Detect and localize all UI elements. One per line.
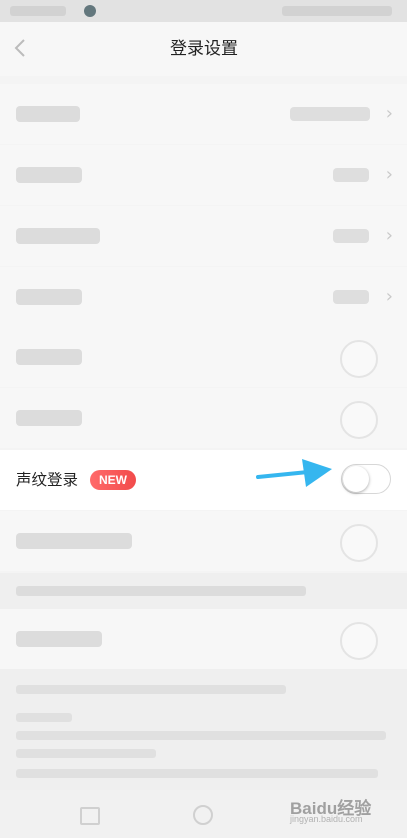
- chevron-right-icon: ›: [385, 164, 393, 185]
- row-label-blurred: [16, 289, 82, 305]
- arrow-pointer-icon: [256, 459, 332, 487]
- header: 登录设置: [0, 22, 407, 76]
- chevron-right-icon: ›: [385, 103, 393, 124]
- settings-row-toggle[interactable]: [0, 388, 407, 448]
- settings-row[interactable]: ›: [0, 84, 407, 144]
- row-value-blurred: [333, 168, 369, 182]
- new-badge: NEW: [90, 470, 136, 490]
- settings-row[interactable]: ›: [0, 145, 407, 205]
- toggle-switch-blurred[interactable]: [340, 622, 378, 660]
- toggle-switch-blurred[interactable]: [340, 340, 378, 378]
- home-icon[interactable]: [193, 805, 213, 825]
- note-line-blurred: [16, 713, 72, 722]
- row-value-blurred: [290, 107, 370, 121]
- status-bar: [0, 0, 407, 22]
- note-line-blurred: [16, 769, 378, 778]
- row-value-blurred: [333, 229, 369, 243]
- watermark-sub: jingyan.baidu.com: [290, 814, 363, 824]
- status-time-blur: [10, 6, 66, 16]
- hint-text-blurred: [16, 586, 306, 596]
- settings-row-toggle[interactable]: [0, 327, 407, 387]
- toggle-switch-blurred[interactable]: [340, 524, 378, 562]
- row-label-blurred: [16, 167, 82, 183]
- chevron-left-icon: [14, 39, 25, 57]
- section-hint: [0, 573, 407, 609]
- status-icons-blur: [282, 6, 392, 16]
- row-label-blurred: [16, 533, 132, 549]
- note-line-blurred: [16, 749, 156, 758]
- settings-row-toggle[interactable]: [0, 511, 407, 571]
- note-line-blurred: [16, 731, 386, 740]
- login-settings-screen: 登录设置 › › › › 声纹登录 NEW Baidu经验 jingyan.ba…: [0, 0, 407, 838]
- page-title: 登录设置: [170, 39, 238, 59]
- note-line-blurred: [16, 685, 286, 694]
- toggle-knob: [343, 466, 369, 492]
- row-value-blurred: [333, 290, 369, 304]
- settings-row[interactable]: ›: [0, 206, 407, 266]
- row-label-blurred: [16, 349, 82, 365]
- row-label-blurred: [16, 410, 82, 426]
- voiceprint-login-label: 声纹登录: [16, 471, 79, 489]
- recent-apps-icon[interactable]: [80, 807, 100, 825]
- baidu-watermark: Baidu经验 jingyan.baidu.com: [288, 792, 398, 828]
- status-app-icon: [84, 5, 96, 17]
- chevron-right-icon: ›: [385, 286, 393, 307]
- chevron-right-icon: ›: [385, 225, 393, 246]
- voiceprint-login-toggle[interactable]: [341, 464, 391, 494]
- row-label-blurred: [16, 631, 102, 647]
- toggle-switch-blurred[interactable]: [340, 401, 378, 439]
- notes-area: [0, 669, 407, 790]
- back-button[interactable]: [14, 36, 34, 60]
- settings-row-toggle[interactable]: [0, 609, 407, 669]
- voiceprint-login-row[interactable]: 声纹登录 NEW: [0, 450, 407, 510]
- settings-row[interactable]: ›: [0, 267, 407, 327]
- row-label-blurred: [16, 228, 100, 244]
- row-label-blurred: [16, 106, 80, 122]
